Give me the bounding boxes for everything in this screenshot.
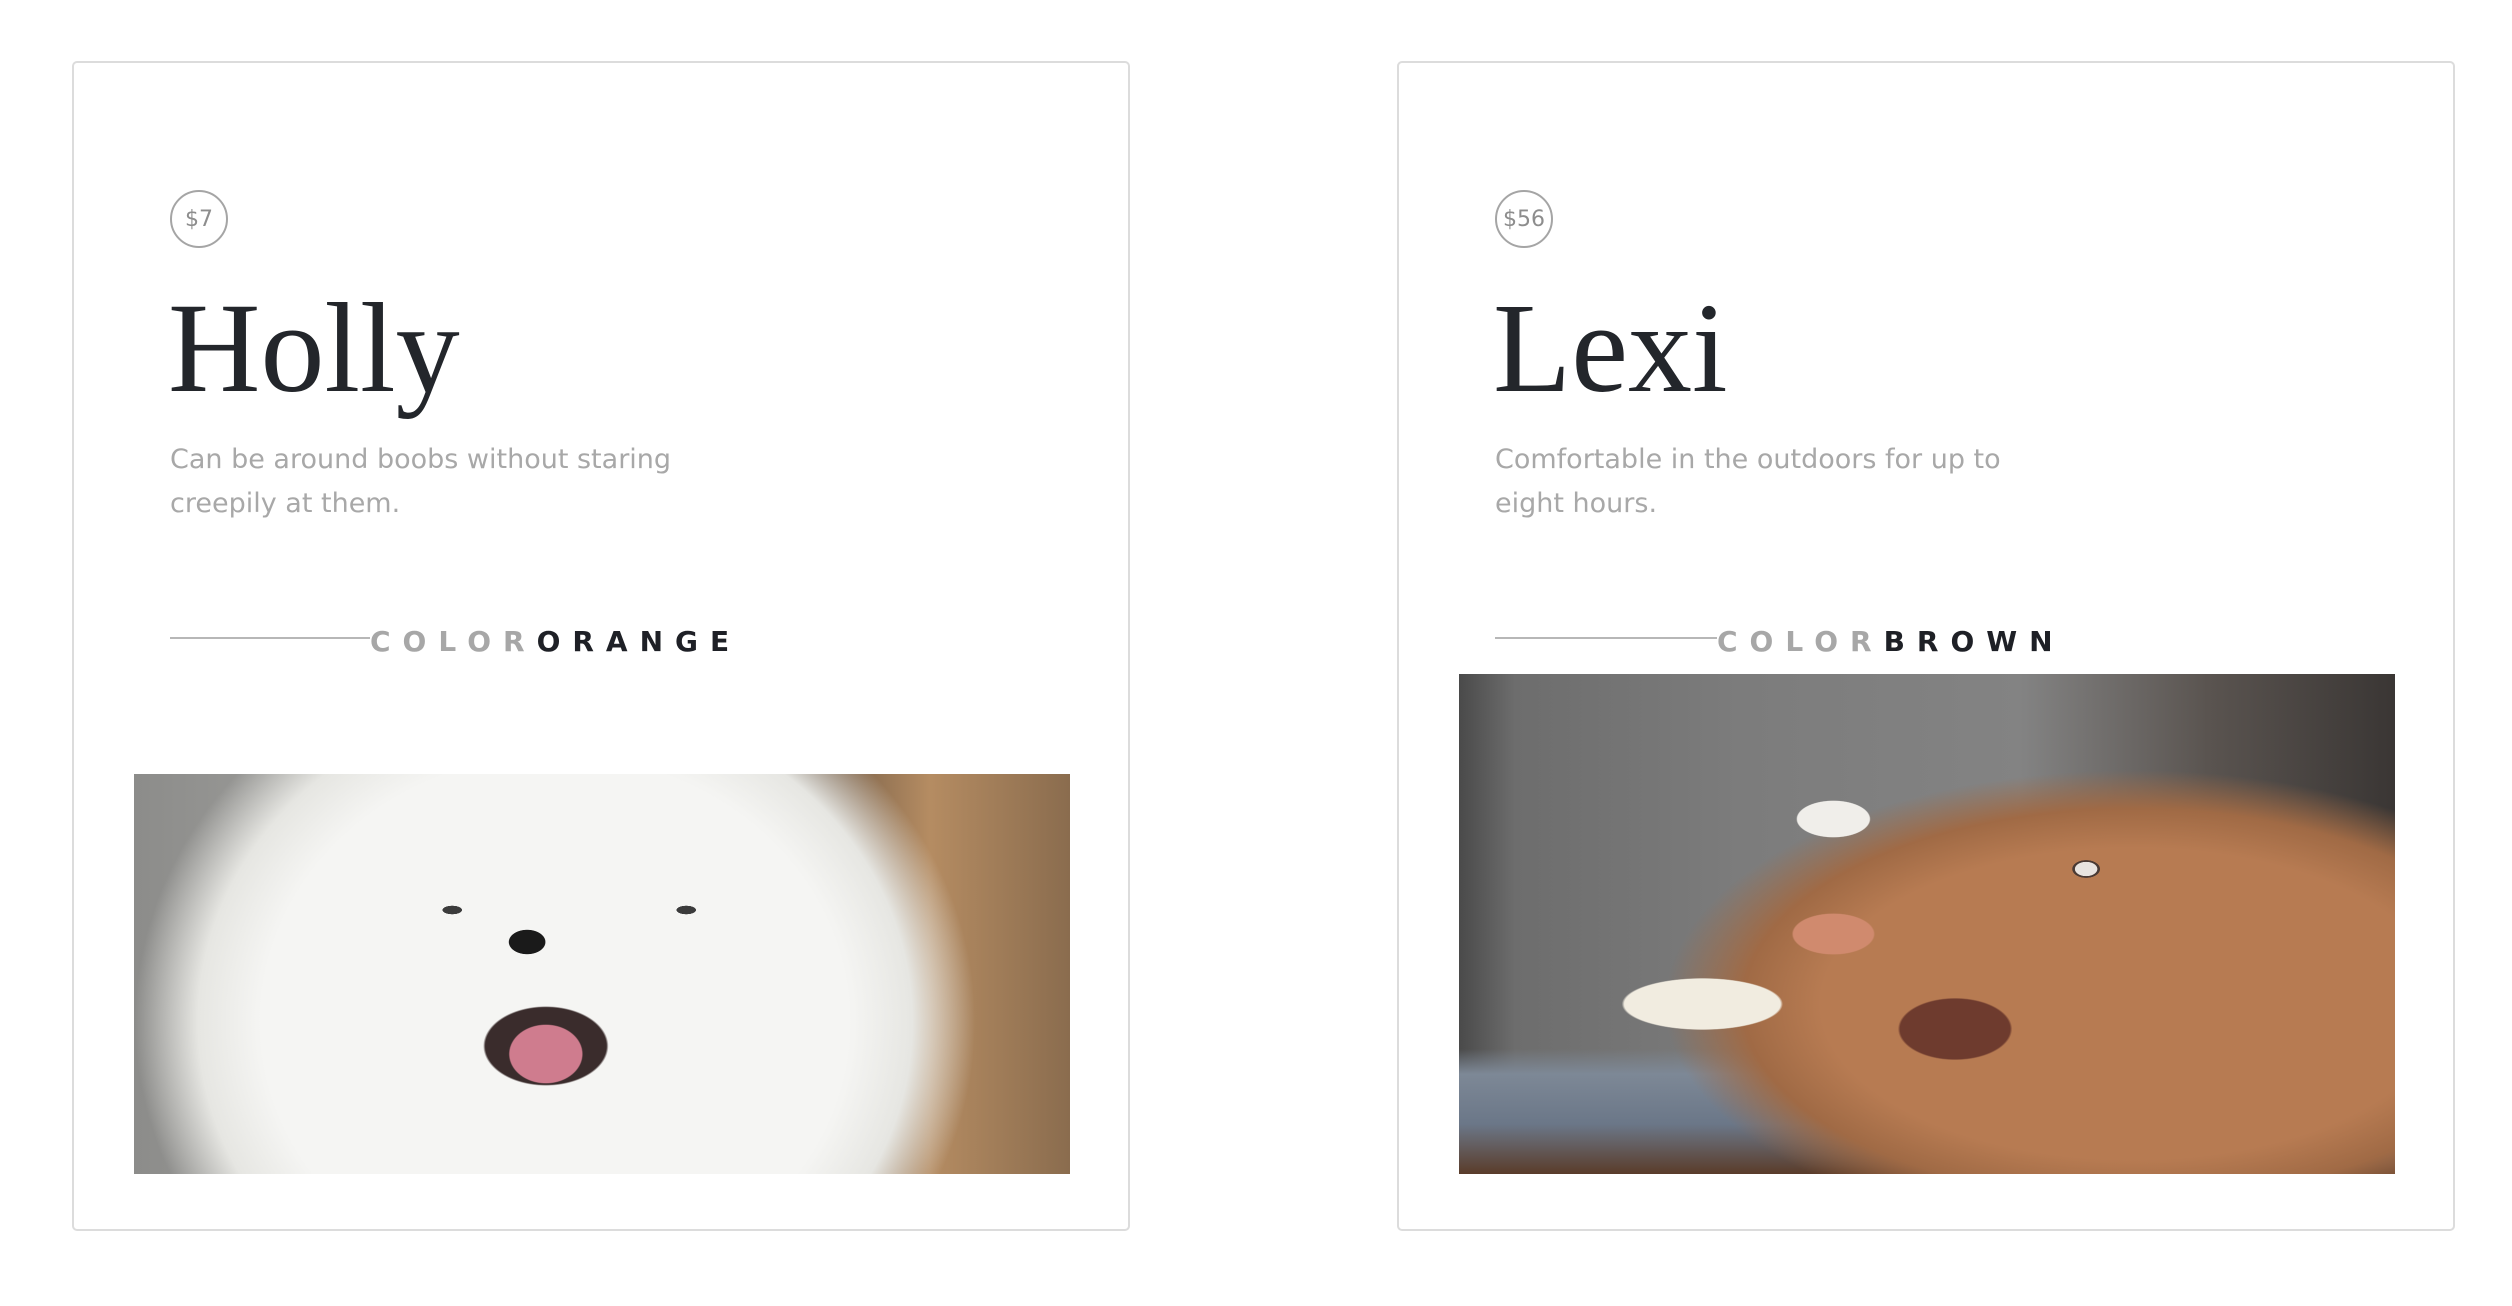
page: $7 Holly Can be around boobs without sta… [0,0,2512,1306]
divider-line [1495,637,1717,639]
price-badge: $7 [170,190,228,248]
product-name: Holly [168,277,460,419]
divider-line [170,637,370,639]
product-card-holly[interactable]: $7 Holly Can be around boobs without sta… [72,61,1130,1231]
color-row: COLOR BROWN [1495,621,2065,661]
product-description: Comfortable in the outdoors for up to ei… [1495,444,2001,519]
color-value: BROWN [1883,624,2065,658]
product-photo[interactable] [1459,674,2395,1174]
product-card-lexi[interactable]: $56 Lexi Comfortable in the outdoors for… [1397,61,2455,1231]
product-name: Lexi [1493,277,1728,419]
price-badge: $56 [1495,190,1553,248]
color-label: COLOR [1717,624,1884,658]
product-photo[interactable] [134,774,1070,1174]
color-value: ORANGE [536,624,742,658]
color-label: COLOR [370,624,537,658]
color-row: COLOR ORANGE [170,621,741,661]
product-description: Can be around boobs without staring cree… [170,444,672,519]
